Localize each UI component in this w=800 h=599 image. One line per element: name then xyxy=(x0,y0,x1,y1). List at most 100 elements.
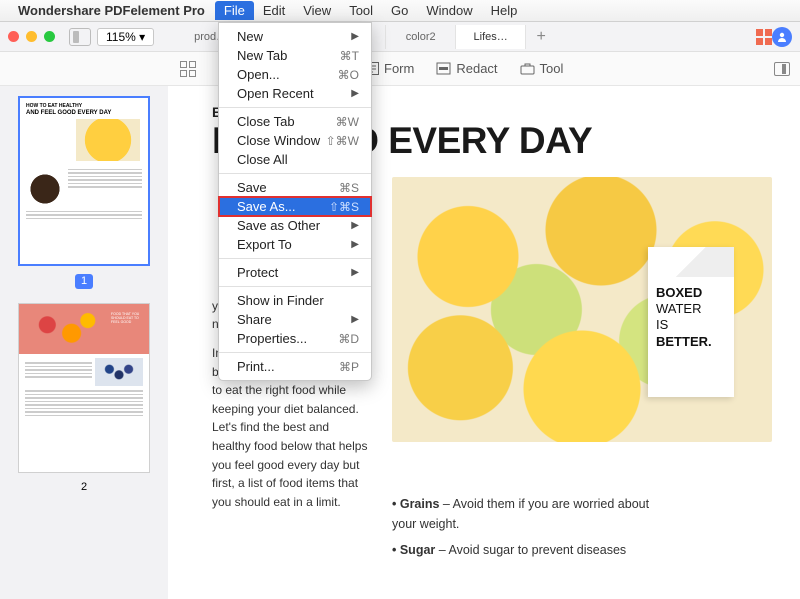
menu-item-save[interactable]: Save ⌘S xyxy=(219,178,371,197)
menu-shortcut: ⌘T xyxy=(340,49,359,63)
tab-4[interactable]: Lifes… xyxy=(456,25,526,49)
tool-redact[interactable]: Redact xyxy=(436,61,497,76)
submenu-arrow-icon: ▶ xyxy=(351,314,359,325)
thumb2-berry-image xyxy=(95,358,143,386)
main-area: HOW TO EAT HEALTHY AND FEEL GOOD EVERY D… xyxy=(0,86,800,599)
submenu-arrow-icon: ▶ xyxy=(351,267,359,278)
menu-item-label: Properties... xyxy=(237,331,307,346)
menu-item-protect[interactable]: Protect ▶ xyxy=(219,263,371,282)
toolbox-icon xyxy=(520,61,535,76)
menu-file[interactable]: File xyxy=(215,1,254,20)
menu-item-open[interactable]: Open... ⌘O xyxy=(219,65,371,84)
maximize-button[interactable] xyxy=(44,31,55,42)
menu-item-save-as[interactable]: Save As... ⇧⌘S xyxy=(219,197,371,216)
tool-tool-label: Tool xyxy=(540,61,564,76)
tab-3[interactable]: color2 xyxy=(386,25,456,49)
menu-item-new-tab[interactable]: New Tab ⌘T xyxy=(219,46,371,65)
thumbnail-panel: HOW TO EAT HEALTHY AND FEEL GOOD EVERY D… xyxy=(0,86,168,599)
thumb2-lines xyxy=(25,362,92,386)
grid-view-icon[interactable] xyxy=(756,29,772,45)
submenu-arrow-icon: ▶ xyxy=(351,31,359,42)
menu-item-label: Save as Other xyxy=(237,218,320,233)
menu-shortcut: ⌘W xyxy=(336,115,359,129)
menu-shortcut: ⇧⌘W xyxy=(326,134,359,148)
menu-item-label: Export To xyxy=(237,237,292,252)
menu-item-label: New Tab xyxy=(237,48,287,63)
menu-item-label: Open Recent xyxy=(237,86,314,101)
menu-item-label: Close Window xyxy=(237,133,320,148)
thumbnail-1[interactable]: HOW TO EAT HEALTHY AND FEEL GOOD EVERY D… xyxy=(18,96,150,266)
tool-redact-label: Redact xyxy=(456,61,497,76)
edit-toolbar: Image Link Form Redact Tool xyxy=(0,52,800,86)
thumb2-label: FOOD THAT YOU SHOULD EAT TO FEEL GOOD xyxy=(107,308,145,350)
menu-item-new[interactable]: New ▶ xyxy=(219,27,371,46)
thumbnail-2[interactable]: FOOD THAT YOU SHOULD EAT TO FEEL GOOD xyxy=(18,303,150,473)
menu-item-label: Print... xyxy=(237,359,275,374)
menu-window[interactable]: Window xyxy=(417,1,481,20)
menu-item-open-recent[interactable]: Open Recent ▶ xyxy=(219,84,371,103)
menu-item-label: Save As... xyxy=(237,199,296,214)
submenu-arrow-icon: ▶ xyxy=(351,220,359,231)
thumb1-text-lines xyxy=(68,169,142,207)
sidebar-toggle-icon[interactable] xyxy=(69,28,91,46)
close-button[interactable] xyxy=(8,31,19,42)
menu-shortcut: ⌘S xyxy=(339,181,359,195)
thumb2-lines2 xyxy=(25,390,143,416)
menu-separator xyxy=(219,173,371,174)
user-avatar-icon[interactable] xyxy=(772,27,792,47)
menu-item-label: Protect xyxy=(237,265,278,280)
menu-item-save-as-other[interactable]: Save as Other ▶ xyxy=(219,216,371,235)
menu-help[interactable]: Help xyxy=(482,1,527,20)
menu-item-close-window[interactable]: Close Window ⇧⌘W xyxy=(219,131,371,150)
menu-shortcut: ⌘O xyxy=(338,68,359,82)
submenu-arrow-icon: ▶ xyxy=(351,239,359,250)
menu-shortcut: ⇧⌘S xyxy=(329,200,359,214)
tab-add-button[interactable]: + xyxy=(526,25,556,49)
carton-text: BOXED WATER IS BETTER. xyxy=(656,285,726,350)
zoom-select[interactable]: 115% ▾ xyxy=(97,28,154,46)
menu-item-export-to[interactable]: Export To ▶ xyxy=(219,235,371,254)
menu-item-share[interactable]: Share▶ xyxy=(219,310,371,329)
menu-item-label: Close Tab xyxy=(237,114,295,129)
menu-separator xyxy=(219,258,371,259)
menu-edit[interactable]: Edit xyxy=(254,1,294,20)
menu-item-label: Save xyxy=(237,180,267,195)
traffic-lights xyxy=(8,31,55,42)
right-panel-icon[interactable] xyxy=(774,62,790,76)
menu-item-label: Open... xyxy=(237,67,280,82)
boxed-water-carton: BOXED WATER IS BETTER. xyxy=(648,247,734,397)
app-name[interactable]: Wondershare PDFelement Pro xyxy=(18,3,205,18)
tool-tool[interactable]: Tool xyxy=(520,61,564,76)
menu-item-show-in-finder[interactable]: Show in Finder xyxy=(219,291,371,310)
menu-item-label: Close All xyxy=(237,152,288,167)
menu-go[interactable]: Go xyxy=(382,1,417,20)
window-toolbar: 115% ▾ prod… Prod… color2 Lifes… + xyxy=(0,22,800,52)
menu-item-close-all[interactable]: Close All xyxy=(219,150,371,169)
menu-item-label: Show in Finder xyxy=(237,293,324,308)
menu-shortcut: ⌘P xyxy=(339,360,359,374)
menu-item-print[interactable]: Print... ⌘P xyxy=(219,357,371,376)
menu-tool[interactable]: Tool xyxy=(340,1,382,20)
menu-shortcut: ⌘D xyxy=(338,332,359,346)
thumb1-coffee-image xyxy=(26,171,64,207)
thumb1-h2: AND FEEL GOOD EVERY DAY xyxy=(26,110,142,116)
thumbnails-icon[interactable] xyxy=(180,61,198,77)
minimize-button[interactable] xyxy=(26,31,37,42)
thumb1-hero-image xyxy=(76,119,140,161)
menu-item-label: New xyxy=(237,29,263,44)
menu-separator xyxy=(219,286,371,287)
doc-hero-image: BOXED WATER IS BETTER. xyxy=(392,177,772,442)
submenu-arrow-icon: ▶ xyxy=(351,88,359,99)
doc-bullets: • Grains – Avoid them if you are worried… xyxy=(392,494,652,560)
menu-separator xyxy=(219,107,371,108)
menu-separator xyxy=(219,352,371,353)
menu-view[interactable]: View xyxy=(294,1,340,20)
menubar: Wondershare PDFelement Pro File Edit Vie… xyxy=(0,0,800,22)
redact-icon xyxy=(436,61,451,76)
menu-item-properties[interactable]: Properties... ⌘D xyxy=(219,329,371,348)
tool-form-label: Form xyxy=(384,61,414,76)
thumb1-text-lines2 xyxy=(26,211,142,220)
menu-item-close-tab[interactable]: Close Tab ⌘W xyxy=(219,112,371,131)
thumb2-citrus-image xyxy=(23,308,104,350)
thumb-2-number: 2 xyxy=(10,481,158,493)
